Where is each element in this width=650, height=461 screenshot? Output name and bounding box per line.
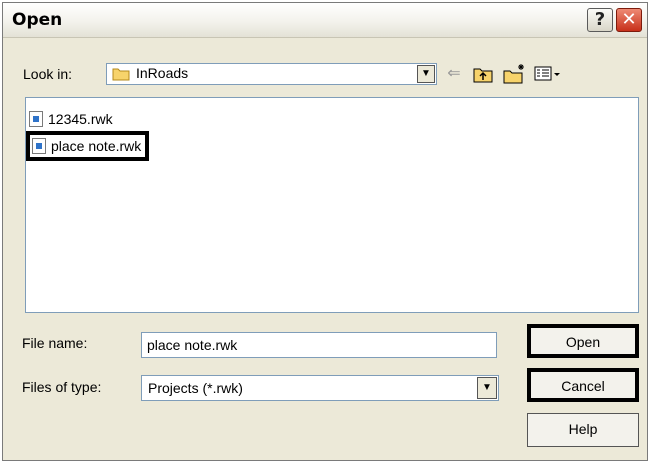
open-button[interactable]: Open: [527, 324, 639, 358]
file-name: 12345.rwk: [48, 111, 113, 127]
file-list[interactable]: 12345.rwk place note.rwk: [25, 97, 639, 313]
file-icon: [32, 138, 46, 154]
file-item[interactable]: 12345.rwk: [29, 108, 115, 130]
window-title: Open: [12, 10, 63, 30]
file-name-label: File name:: [22, 335, 88, 351]
question-mark-icon: ?: [594, 9, 606, 30]
close-icon: ✕: [621, 9, 637, 30]
file-type-value: Projects (*.rwk): [148, 380, 243, 396]
look-in-value: InRoads: [136, 65, 189, 81]
look-in-label: Look in:: [23, 66, 73, 82]
chevron-down-icon[interactable]: ▼: [477, 377, 497, 399]
file-name: place note.rwk: [51, 138, 142, 154]
title-bar[interactable]: Open ? ✕: [3, 3, 647, 38]
file-type-select[interactable]: Projects (*.rwk) ▼: [141, 375, 499, 401]
cancel-button[interactable]: Cancel: [527, 368, 639, 402]
up-folder-icon[interactable]: [472, 63, 494, 85]
folder-icon: [112, 68, 130, 81]
file-type-label: Files of type:: [22, 379, 102, 395]
chevron-down-icon[interactable]: ▼: [417, 65, 435, 83]
close-button[interactable]: ✕: [616, 8, 642, 32]
file-name-input[interactable]: [141, 332, 497, 358]
new-folder-icon[interactable]: [502, 63, 526, 85]
open-dialog: Open ? ✕ Look in: InRoads ▼ ⇐ 12345.rwk: [2, 2, 648, 461]
look-in-combo[interactable]: InRoads ▼: [106, 63, 437, 85]
back-arrow-icon[interactable]: ⇐: [444, 63, 464, 85]
help-button[interactable]: Help: [527, 413, 639, 447]
view-menu-icon[interactable]: [533, 63, 563, 85]
help-title-button[interactable]: ?: [587, 8, 613, 32]
file-icon: [29, 111, 43, 127]
file-item-selected[interactable]: place note.rwk: [26, 131, 150, 161]
